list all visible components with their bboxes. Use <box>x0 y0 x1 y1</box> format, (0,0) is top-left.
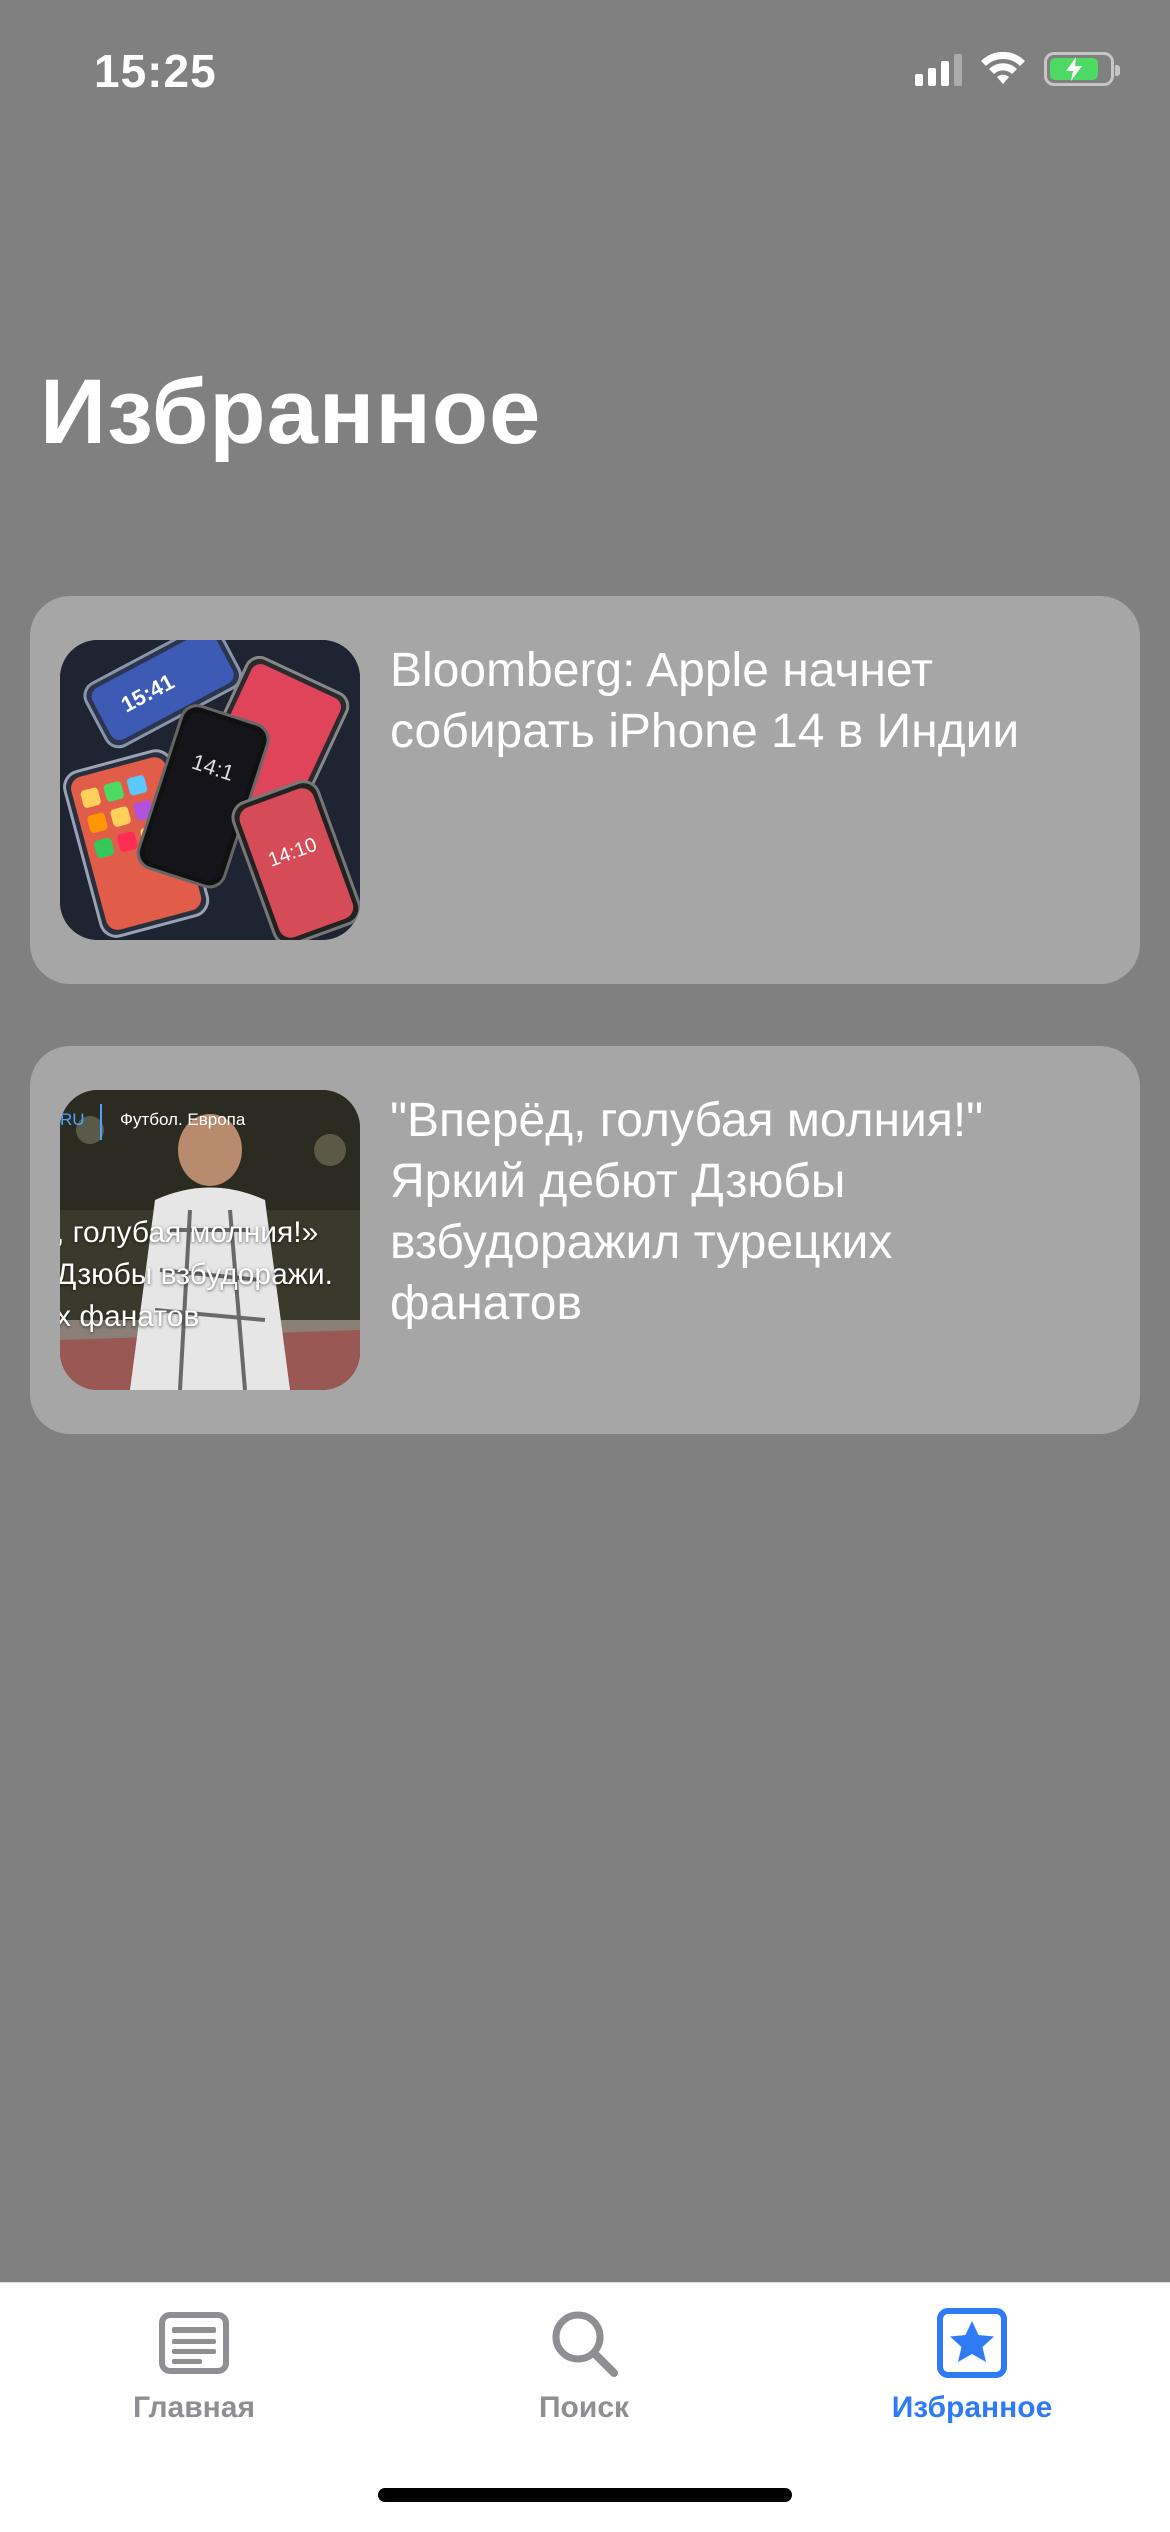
favorite-card[interactable]: 15:41 14:1 14:10 Bloomberg: Apple начнет… <box>30 596 1140 984</box>
newspaper-icon <box>159 2312 229 2374</box>
iphone-lockscreens-image: 15:41 14:1 14:10 <box>60 640 360 940</box>
battery-icon <box>1044 52 1120 86</box>
cellular-signal-icon <box>915 52 962 86</box>
home-indicator <box>378 2488 792 2502</box>
thumb-caption-line: Дзюбы взбудоражи. <box>60 1258 333 1291</box>
tab-label: Избранное <box>891 2391 1053 2424</box>
football-player-image: RU Футбол. Европа , голубая молния!» Дзю… <box>60 1090 360 1390</box>
status-time: 15:25 <box>94 45 217 97</box>
search-icon <box>552 2311 618 2377</box>
tab-label: Поиск <box>538 2391 630 2424</box>
favorite-card[interactable]: RU Футбол. Европа , голубая молния!» Дзю… <box>30 1046 1140 1434</box>
thumb-site-prefix: RU <box>60 1110 85 1129</box>
phones-illustration: 15:41 14:1 14:10 <box>60 640 360 940</box>
thumb-caption-line: х фанатов <box>60 1300 200 1333</box>
status-bar: 15:25 <box>0 0 1170 150</box>
favorite-title: "Вперёд, голубая молния!" Яркий дебют Дз… <box>390 1094 984 1330</box>
charging-bolt-icon <box>1066 57 1082 81</box>
tab-label: Главная <box>132 2391 255 2424</box>
tab-search[interactable]: Поиск <box>434 2303 734 2443</box>
thumb-caption: , голубая молния!» Дзюбы взбудоражи. х ф… <box>60 1212 360 1338</box>
thumb-tag: Футбол. Европа <box>120 1110 246 1129</box>
star-icon <box>937 2308 1007 2378</box>
thumb-divider <box>100 1104 102 1140</box>
tab-favorites[interactable]: Избранное <box>822 2303 1122 2443</box>
favorite-title: Bloomberg: Apple начнет собирать iPhone … <box>390 644 1020 758</box>
wifi-icon <box>981 52 1025 84</box>
status-icons <box>915 52 1120 86</box>
page-title: Избранное <box>40 361 542 463</box>
thumb-caption-line: , голубая молния!» <box>60 1216 319 1249</box>
tab-home[interactable]: Главная <box>44 2303 344 2443</box>
